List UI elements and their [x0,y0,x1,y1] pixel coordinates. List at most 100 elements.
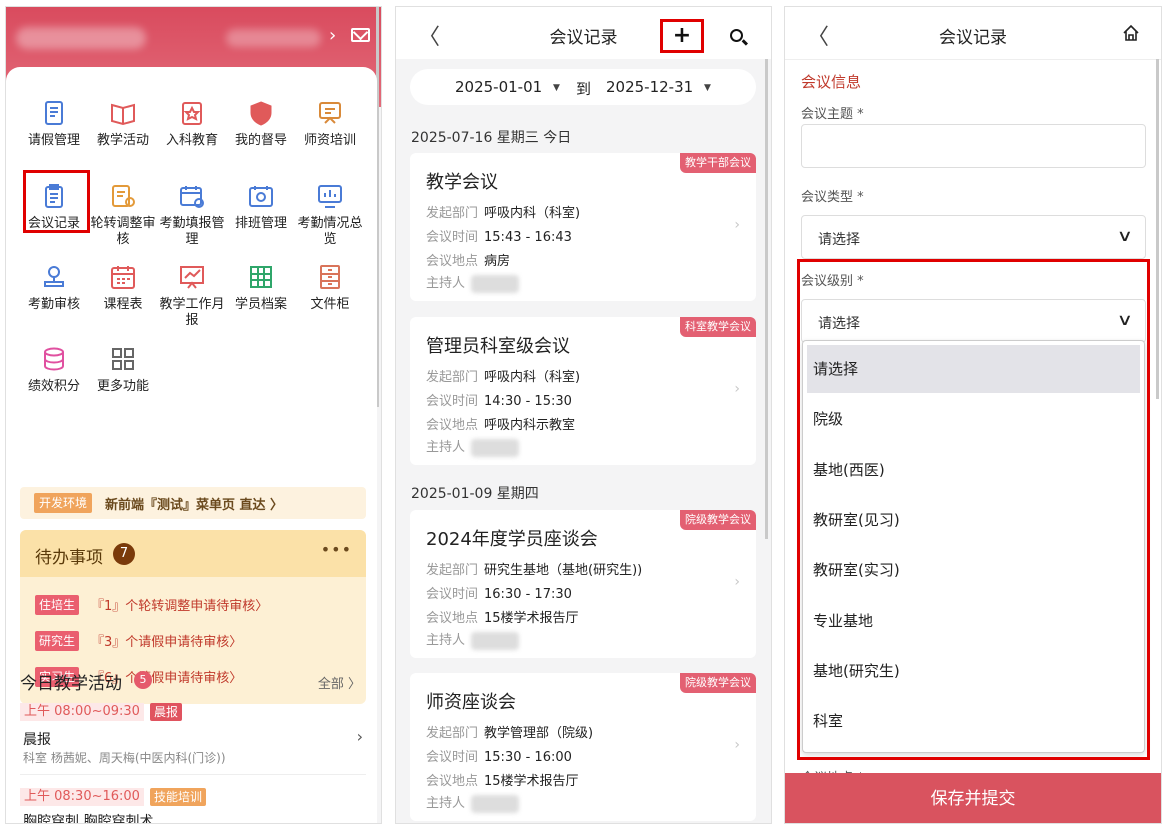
chevron-right-icon: › [734,737,740,753]
caret-down-icon: ▼ [553,83,560,93]
grid-item[interactable]: 考勤审核 [18,263,90,313]
chevron-right-icon[interactable]: › [357,727,363,746]
add-meeting-button[interactable]: + [660,19,704,53]
todo-item[interactable]: 住培生 『1』个轮转调整申请待审核〉 [35,594,268,616]
meeting-card[interactable]: 院级教学会议 师资座谈会 发起部门 教学管理部（院级) 会议时间 15:30 - 16:0… [410,673,756,821]
meeting-title: 管理员科室级会议 [426,336,570,357]
meeting-card[interactable]: 科室教学会议 管理员科室级会议 发起部门 呼吸内科（科室) 会议时间 14:30 - 15… [410,317,756,465]
scrollbar[interactable] [1156,59,1159,399]
dept-label: 发起部门 [426,563,479,578]
host-name-blurred [471,631,520,650]
date-to[interactable]: 2025-12-31 [606,78,693,96]
grid-item[interactable]: 考勤情况总览 [294,182,366,248]
meeting-time: 15:30 - 16:00 [484,750,572,765]
meeting-host-row: 主持人 [426,436,520,457]
supervise-icon [247,99,275,127]
grid-item-label: 师资培训 [303,133,356,148]
grid-item-label: 课程表 [103,297,143,312]
leave-icon [40,99,68,127]
activity-name[interactable]: 胸腔穿刺 胸腔穿刺术 [23,811,153,823]
search-icon[interactable] [730,29,743,42]
meeting-time: 14:30 - 15:30 [484,394,572,409]
meeting-title: 教学会议 [426,172,498,193]
attendance-overview-icon [316,182,344,210]
place-label: 会议地点 [426,774,479,789]
dept-label: 发起部门 [426,726,479,741]
todo-title: 待办事项 [35,548,103,568]
grid-item[interactable]: 我的督导 [225,99,297,149]
chevron-right-icon: › [734,217,740,233]
meeting-card[interactable]: 院级教学会议 2024年度学员座谈会 发起部门 研究生基地（基地(研究生)) 会议时间 1… [410,510,756,658]
todo-tag: 研究生 [35,630,80,651]
meeting-place: 15楼学术报告厅 [484,611,579,626]
todo-item[interactable]: 研究生 『3』个请假申请待审核〉 [35,630,242,652]
host-name-blurred [471,794,520,813]
meeting-card[interactable]: 教学干部会议 教学会议 发起部门 呼吸内科（科室) 会议时间 15:43 - 16:43 会… [410,153,756,301]
grid-item[interactable]: 考勤填报管理 [156,182,228,248]
grid-item[interactable]: 轮转调整审核 [87,182,159,248]
host-name-blurred [471,274,520,293]
grid-item[interactable]: 请假管理 [18,99,90,149]
grid-item[interactable]: 教学活动 [87,99,159,149]
activity-name[interactable]: 晨报 [23,729,51,749]
grid-item[interactable]: 入科教育 [156,99,228,149]
grid-item[interactable]: 教学工作月报 [156,263,228,329]
grid-item[interactable]: 师资培训 [294,99,366,149]
activity-tag: 晨报 [150,703,183,721]
meeting-type-tag: 院级教学会议 [680,510,756,530]
host-label: 主持人 [426,276,466,291]
meeting-place-row: 会议地点 呼吸内科示教室 [426,414,575,433]
grid-item-label: 请假管理 [27,133,80,148]
time-label: 会议时间 [426,394,479,409]
meeting-host-row: 主持人 [426,629,520,650]
dev-env-bar[interactable]: 开发环境 新前端『测试』菜单页 直达 〉 [20,487,366,519]
chevron-right-icon[interactable]: › [329,25,336,46]
meeting-time-row: 会议时间 15:30 - 16:00 [426,746,572,765]
grid-item-label: 教学活动 [96,133,149,148]
grid-item[interactable]: 绩效积分 [18,345,90,395]
grid-item[interactable]: 排班管理 [225,182,297,232]
dept-label: 发起部门 [426,370,479,385]
more-icon[interactable]: ••• [321,540,352,559]
activity-tag: 技能培训 [150,788,207,806]
todo-text[interactable]: 『1』个轮转调整申请待审核〉 [91,595,268,614]
host-label: 主持人 [426,440,466,455]
topic-input[interactable] [801,124,1146,168]
activity-title: 今日教学活动 [20,674,122,694]
grid-item-label: 文件柜 [310,297,350,312]
grid-item[interactable]: 课程表 [87,263,159,313]
date-group-header: 2025-01-09 星期四 [411,486,539,502]
date-from[interactable]: 2025-01-01 [455,78,542,96]
chevron-right-icon: › [734,574,740,590]
user-dept-blurred [226,29,321,47]
activity-all-link[interactable]: 全部 〉 [318,673,361,692]
mail-icon[interactable] [351,28,370,42]
archive-icon [247,263,275,291]
stamp-icon [40,263,68,291]
type-select[interactable]: 请选择 ∨ [801,215,1146,259]
meeting-dept-row: 发起部门 呼吸内科（科室) [426,366,580,385]
teacher-training-icon [316,99,344,127]
date-range-filter[interactable]: 2025-01-01 ▼ 到 2025-12-31 ▼ [410,69,756,105]
activity-desc: 科室 杨茜妮、周天梅(中医内科(门诊)) [23,751,226,765]
meeting-host-row: 主持人 [426,792,520,813]
todo-text[interactable]: 『3』个请假申请待审核〉 [91,631,242,650]
todo-header: 待办事项 7 ••• [20,530,366,577]
scrollbar[interactable] [765,59,768,539]
todo-tag: 住培生 [35,594,80,615]
grid-item[interactable]: 更多功能 [87,345,159,395]
time-label: 会议时间 [426,750,479,765]
meeting-host-row: 主持人 [426,272,520,293]
highlight-box [797,259,1150,760]
type-label: 会议类型 * [801,190,864,205]
save-submit-button[interactable]: 保存并提交 [785,773,1161,823]
grid-item[interactable]: 文件柜 [294,263,366,313]
place-label: 会议地点 [426,254,479,269]
home-icon[interactable] [1122,24,1140,42]
grid-item[interactable]: 学员档案 [225,263,297,313]
dev-env-link[interactable]: 新前端『测试』菜单页 直达 〉 [105,494,283,513]
host-label: 主持人 [426,796,466,811]
nav-bar: 〈 会议记录 + [396,7,771,59]
date-group-header: 2025-07-16 星期三 今日 [411,130,572,146]
meeting-title: 2024年度学员座谈会 [426,529,598,550]
